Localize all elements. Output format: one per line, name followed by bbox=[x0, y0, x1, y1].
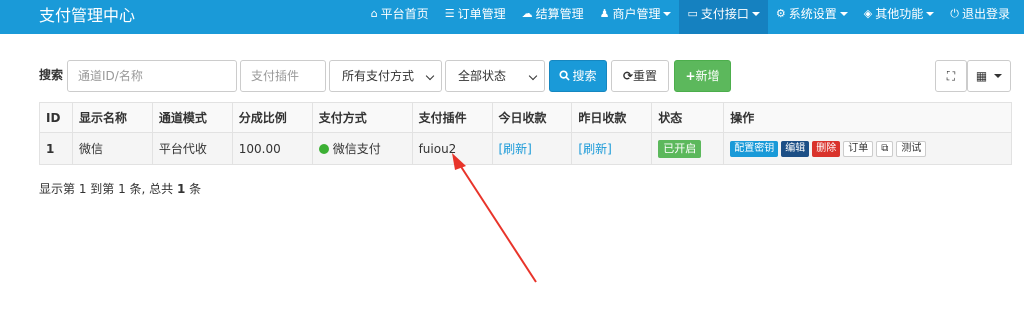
nav-merchants[interactable]: ♟ 商户管理 bbox=[592, 0, 680, 34]
home-icon: ⌂ bbox=[370, 7, 378, 20]
column-header[interactable]: 支付插件 bbox=[411, 102, 493, 133]
copy-button[interactable]: ⧉ bbox=[876, 140, 894, 157]
chevron-down-icon bbox=[425, 71, 435, 81]
status-select[interactable]: 全部状态 bbox=[445, 60, 545, 92]
copy-icon: ⧉ bbox=[881, 142, 889, 154]
column-header[interactable]: 分成比例 bbox=[231, 102, 313, 133]
nav-label: 系统设置 bbox=[788, 7, 837, 21]
edit-button[interactable]: 编辑 bbox=[781, 140, 810, 157]
card-icon: ▭ bbox=[687, 7, 698, 20]
power-icon: ⏻ bbox=[950, 7, 959, 20]
main-nav: ⌂ 平台首页 ☰ 订单管理 ☁ 结算管理 ♟ 商户管理 ▭ 支付接口 ⚙ 系统设… bbox=[363, 0, 1018, 34]
search-button-label: 搜索 bbox=[572, 69, 597, 83]
chevron-down-icon bbox=[839, 12, 848, 16]
search-button[interactable]: 搜索 bbox=[549, 60, 607, 92]
refresh-today-link[interactable]: [刷新] bbox=[499, 142, 532, 156]
cloud-icon: ☁ bbox=[521, 7, 533, 20]
columns-toggle-button[interactable]: ▦ bbox=[967, 60, 1011, 92]
nav-settlement[interactable]: ☁ 结算管理 bbox=[514, 0, 592, 34]
refresh-yesterday-link[interactable]: [刷新] bbox=[578, 142, 611, 156]
add-button[interactable]: +新增 bbox=[674, 60, 731, 92]
orders-button[interactable]: 订单 bbox=[843, 140, 874, 157]
column-header[interactable]: 昨日收款 bbox=[571, 102, 653, 133]
columns-icon: ▦ bbox=[975, 69, 988, 83]
nav-system-settings[interactable]: ⚙ 系统设置 bbox=[768, 0, 856, 34]
plugin-input[interactable]: 支付插件 bbox=[240, 60, 326, 92]
list-icon: ☰ bbox=[444, 7, 455, 20]
paytype-select[interactable]: 所有支付方式 bbox=[329, 60, 442, 92]
user-icon: ♟ bbox=[599, 7, 610, 20]
column-header[interactable]: 支付方式 bbox=[311, 102, 413, 133]
chevron-down-icon bbox=[994, 74, 1003, 78]
cell-plugin: fuiou2 bbox=[411, 132, 493, 165]
nav-label: 结算管理 bbox=[535, 7, 584, 21]
cube-icon: ◈ bbox=[863, 7, 873, 20]
pagination-suffix: 条 bbox=[185, 182, 202, 196]
top-navbar: 支付管理中心 ⌂ 平台首页 ☰ 订单管理 ☁ 结算管理 ♟ 商户管理 ▭ 支付接… bbox=[0, 0, 1024, 34]
status-badge[interactable]: 已开启 bbox=[658, 139, 702, 158]
refresh-icon: ⟳ bbox=[622, 69, 634, 83]
paytype-select-value: 所有支付方式 bbox=[342, 69, 415, 83]
channel-table: ID 显示名称 通道模式 分成比例 支付方式 支付插件 今日收款 昨日收款 状态… bbox=[39, 102, 1012, 165]
nav-logout[interactable]: ⏻ 退出登录 bbox=[942, 0, 1018, 34]
nav-home[interactable]: ⌂ 平台首页 bbox=[363, 0, 437, 34]
channel-search-input[interactable]: 通道ID/名称 bbox=[67, 60, 237, 92]
column-header[interactable]: 状态 bbox=[651, 102, 725, 133]
nav-other-functions[interactable]: ◈ 其他功能 bbox=[856, 0, 942, 34]
row-actions: 配置密钥 编辑 删除 订单 ⧉ 测试 bbox=[730, 140, 1005, 157]
delete-button[interactable]: 删除 bbox=[812, 140, 841, 157]
nav-label: 支付接口 bbox=[700, 7, 749, 21]
reset-button-label: 重置 bbox=[633, 69, 658, 83]
table-header-row: ID 显示名称 通道模式 分成比例 支付方式 支付插件 今日收款 昨日收款 状态… bbox=[39, 102, 1012, 133]
column-header[interactable]: ID bbox=[39, 102, 73, 133]
nav-label: 其他功能 bbox=[875, 7, 924, 21]
cell-id: 1 bbox=[39, 132, 73, 165]
test-button[interactable]: 测试 bbox=[896, 140, 927, 157]
cell-mode: 平台代收 bbox=[151, 132, 233, 165]
chevron-down-icon bbox=[926, 12, 935, 16]
column-header[interactable]: 通道模式 bbox=[151, 102, 233, 133]
fullscreen-icon: ⛶ bbox=[946, 69, 956, 83]
brand-title[interactable]: 支付管理中心 bbox=[39, 0, 135, 34]
search-toolbar: 搜索 通道ID/名称 支付插件 所有支付方式 全部状态 搜索 ⟳重置 +新增 ⛶… bbox=[39, 60, 1011, 92]
column-header[interactable]: 今日收款 bbox=[491, 102, 573, 133]
pagination-info: 显示第 1 到第 1 条, 总共 1 条 bbox=[39, 180, 201, 197]
search-icon bbox=[559, 70, 571, 81]
cell-ops: 配置密钥 编辑 删除 订单 ⧉ 测试 bbox=[723, 132, 1012, 165]
chevron-down-icon bbox=[751, 12, 760, 16]
search-label: 搜索 bbox=[39, 68, 64, 82]
column-header[interactable]: 显示名称 bbox=[71, 102, 153, 133]
gear-icon: ⚙ bbox=[775, 7, 786, 20]
cell-name: 微信 bbox=[71, 132, 153, 165]
status-select-value: 全部状态 bbox=[458, 69, 507, 83]
cell-paytype: 微信支付 bbox=[311, 132, 413, 165]
nav-orders[interactable]: ☰ 订单管理 bbox=[437, 0, 514, 34]
reset-button[interactable]: ⟳重置 bbox=[611, 60, 669, 92]
add-button-label: 新增 bbox=[695, 69, 720, 83]
nav-label: 平台首页 bbox=[380, 7, 429, 21]
nav-label: 订单管理 bbox=[457, 7, 506, 21]
cell-today: [刷新] bbox=[491, 132, 573, 165]
chevron-down-icon bbox=[528, 71, 538, 81]
nav-label: 退出登录 bbox=[961, 7, 1010, 21]
nav-label: 商户管理 bbox=[612, 7, 661, 21]
pagination-prefix: 显示第 1 到第 1 条, 总共 bbox=[39, 182, 177, 196]
column-header[interactable]: 操作 bbox=[723, 102, 1012, 133]
cell-ratio: 100.00 bbox=[231, 132, 313, 165]
cell-yesterday: [刷新] bbox=[571, 132, 653, 165]
config-key-button[interactable]: 配置密钥 bbox=[730, 140, 779, 157]
fullscreen-button[interactable]: ⛶ bbox=[935, 60, 967, 92]
nav-payment-interface[interactable]: ▭ 支付接口 bbox=[679, 0, 768, 34]
plus-icon: + bbox=[685, 69, 696, 83]
chevron-down-icon bbox=[663, 12, 672, 16]
table-row: 1 微信 平台代收 100.00 微信支付 fuiou2 [刷新] [刷新] 已… bbox=[39, 132, 1012, 165]
cell-status: 已开启 bbox=[651, 132, 725, 165]
paytype-label: 微信支付 bbox=[332, 142, 381, 156]
wechat-icon bbox=[318, 144, 329, 154]
